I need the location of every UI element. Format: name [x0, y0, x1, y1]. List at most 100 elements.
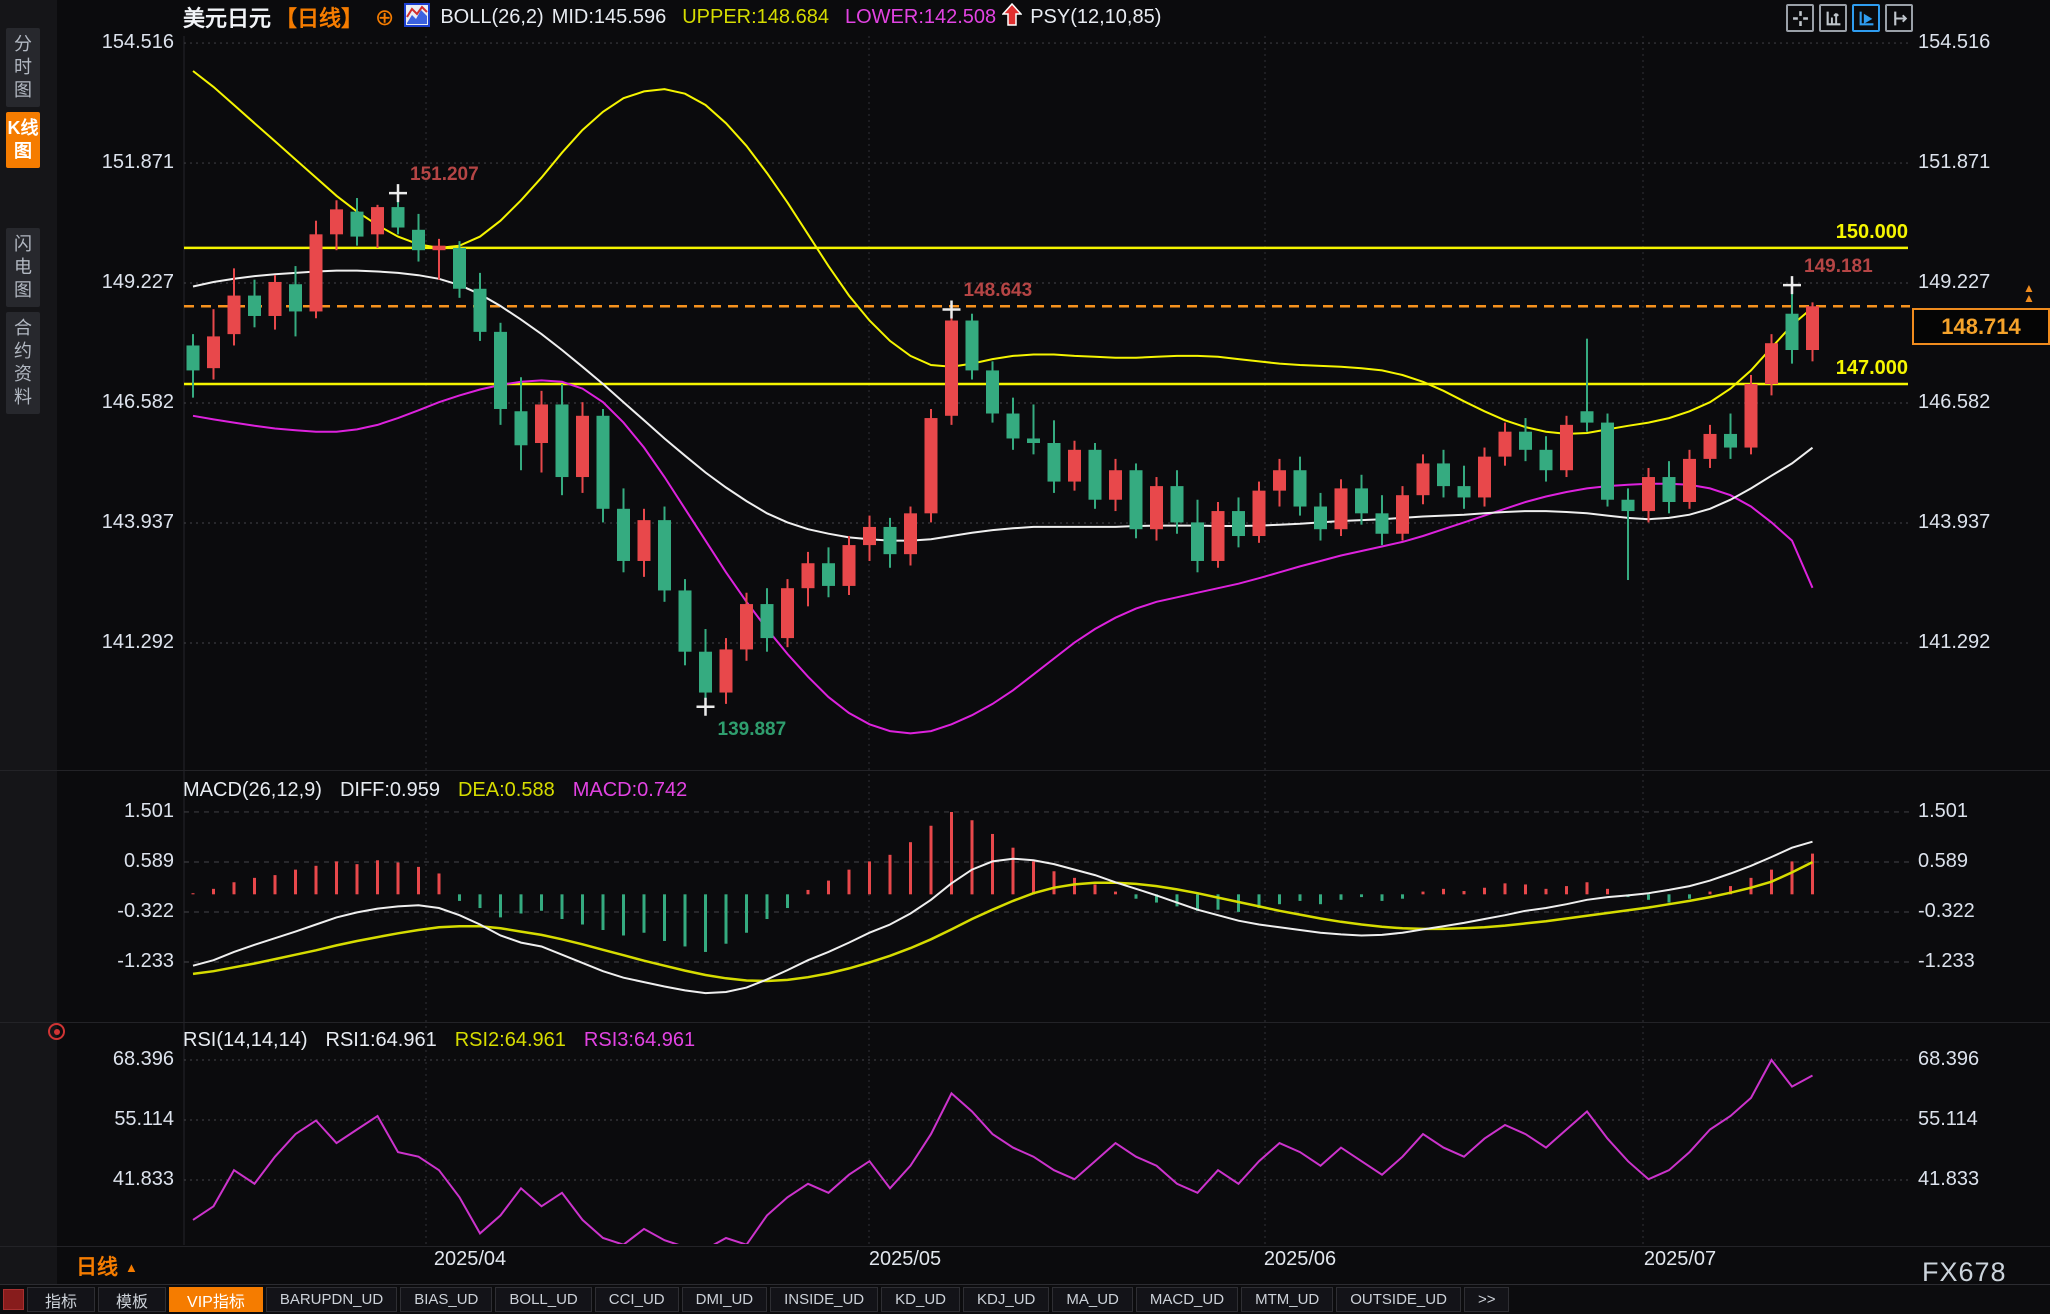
candle	[1519, 432, 1532, 450]
toolbar-tab-KD_UD[interactable]: KD_UD	[881, 1287, 960, 1312]
rsi1-value: RSI1:64.961	[326, 1029, 437, 1052]
trading-app: { "header": { "symbol": "美元日元", "period"…	[0, 0, 2050, 1314]
macd-layer[interactable]	[193, 812, 1813, 952]
main-chart-canvas[interactable]	[0, 0, 2050, 1314]
candle	[1068, 450, 1081, 482]
toolbar-tab-MA_UD[interactable]: MA_UD	[1052, 1287, 1133, 1312]
candle	[1786, 314, 1799, 350]
toolbar-tab-BARUPDN_UD[interactable]: BARUPDN_UD	[266, 1287, 397, 1312]
toolbar-tab-CCI_UD[interactable]: CCI_UD	[595, 1287, 679, 1312]
toolbar-tab-KDJ_UD[interactable]: KDJ_UD	[963, 1287, 1049, 1312]
toolbar-tab-VIP指标[interactable]: VIP指标	[169, 1287, 263, 1312]
stop-icon[interactable]	[3, 1289, 24, 1310]
candle	[1622, 500, 1635, 511]
candle	[1376, 513, 1389, 533]
boll-upper-line	[193, 71, 1813, 434]
candle	[986, 370, 999, 413]
candle	[1581, 411, 1594, 422]
candle	[1294, 470, 1307, 506]
y-axis-label: 141.292	[60, 631, 174, 654]
candle	[1642, 477, 1655, 511]
candle	[1253, 491, 1266, 536]
y-axis-label: 146.582	[60, 391, 174, 414]
y-axis-label: 151.871	[60, 151, 174, 174]
price-annotation: 149.181	[1804, 256, 1873, 278]
candle	[761, 604, 774, 638]
price-level-label: 150.000	[1760, 221, 1908, 244]
macd-axis-label: -0.322	[1918, 900, 1975, 923]
candle	[289, 284, 302, 311]
toolbar-tab-OUTSIDE_UD[interactable]: OUTSIDE_UD	[1336, 1287, 1461, 1312]
candle	[925, 418, 938, 513]
toolbar-tab-MTM_UD[interactable]: MTM_UD	[1241, 1287, 1333, 1312]
boll-label: BOLL(26,2)	[440, 6, 543, 29]
watermark: FX678	[1922, 1257, 2007, 1288]
candle	[556, 404, 569, 477]
period-tag: 【日线】	[275, 1, 363, 33]
y-axis-label: 154.516	[60, 31, 174, 54]
candle	[679, 590, 692, 651]
candle	[822, 563, 835, 586]
candle	[720, 649, 733, 692]
toolbar-tab-BOLL_UD[interactable]: BOLL_UD	[495, 1287, 591, 1312]
candle	[515, 411, 528, 445]
toolbar-tab-模板[interactable]: 模板	[98, 1287, 166, 1312]
price-annotation: 139.887	[718, 719, 787, 741]
candle	[1089, 450, 1102, 500]
toolbar-tab->>[interactable]: >>	[1464, 1287, 1510, 1312]
candle	[1027, 438, 1040, 443]
y-axis-label: 143.937	[60, 511, 174, 534]
candle	[1478, 457, 1491, 498]
macd-axis-label: -1.233	[60, 950, 174, 973]
candle	[658, 520, 671, 590]
rsi-line	[193, 1060, 1813, 1249]
axis-scale-button[interactable]	[1819, 4, 1847, 32]
indicator-toolbar: 指标模板VIP指标BARUPDN_UDBIAS_UDBOLL_UDCCI_UDD…	[0, 1285, 2050, 1314]
auto-fit-button[interactable]	[1852, 4, 1880, 32]
toolbar-tab-DMI_UD[interactable]: DMI_UD	[682, 1287, 768, 1312]
mini-chart-icon[interactable]	[404, 3, 430, 32]
toolbar-tab-MACD_UD[interactable]: MACD_UD	[1136, 1287, 1238, 1312]
candle	[638, 520, 651, 561]
current-price-box[interactable]: 148.714	[1912, 308, 2050, 345]
candle	[1007, 414, 1020, 439]
axis-shift-button[interactable]	[1885, 4, 1913, 32]
candle	[597, 416, 610, 509]
extreme-cross-marker	[389, 184, 407, 202]
y-axis-label: 141.292	[1918, 631, 1990, 654]
symbol-title: 美元日元	[183, 1, 271, 33]
candle	[494, 332, 507, 409]
macd-axis-label: 1.501	[60, 800, 174, 823]
candle	[1437, 463, 1450, 486]
macd-dea-value: DEA:0.588	[458, 779, 555, 802]
chart-legend: 美元日元 【日线】 ⊕ BOLL(26,2) MID:145.596 UPPER…	[183, 2, 1161, 32]
rsi-axis-label: 68.396	[1918, 1048, 1979, 1071]
candle	[1171, 486, 1184, 522]
candles-layer[interactable]	[187, 193, 1820, 707]
candle	[1048, 443, 1061, 482]
candle	[1683, 459, 1696, 502]
candle	[1355, 488, 1368, 513]
candle	[966, 321, 979, 371]
extreme-cross-marker	[697, 698, 715, 716]
candle	[1335, 488, 1348, 529]
candle	[802, 563, 815, 588]
toolbar-tab-BIAS_UD[interactable]: BIAS_UD	[400, 1287, 492, 1312]
period-dropdown[interactable]: 日线 ▲	[76, 1251, 138, 1281]
period-label: 日线	[76, 1251, 118, 1281]
candle	[1458, 486, 1471, 497]
y-axis-label: 154.516	[1918, 31, 1990, 54]
candle	[1273, 470, 1286, 490]
rsi-axis-label: 41.833	[60, 1168, 174, 1191]
candle	[576, 416, 589, 477]
rsi-axis-label: 41.833	[1918, 1168, 1979, 1191]
candle	[1232, 511, 1245, 536]
candle	[1314, 507, 1327, 530]
pan-crosshair-button[interactable]	[1786, 4, 1814, 32]
boll-upper-value: UPPER:148.684	[682, 6, 829, 29]
toolbar-tab-指标[interactable]: 指标	[27, 1287, 95, 1312]
price-up-arrows-icon: ▲▲	[2023, 283, 2035, 303]
toolbar-tab-INSIDE_UD[interactable]: INSIDE_UD	[770, 1287, 878, 1312]
crosshair-target-icon[interactable]: ⊕	[375, 5, 394, 29]
candle	[863, 527, 876, 545]
